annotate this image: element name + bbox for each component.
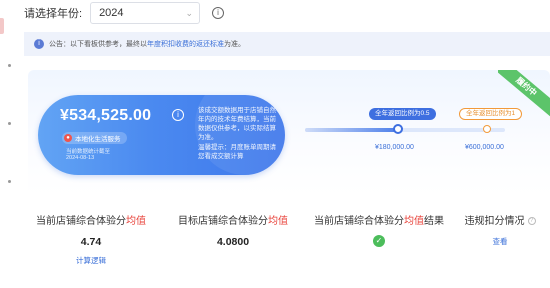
left-nav-edge — [0, 0, 16, 288]
date-caption: 当前数据统计截至 — [66, 149, 111, 155]
category-icon: ● — [64, 134, 72, 142]
info-icon: i — [34, 39, 44, 49]
amount-description: 该成交额数据用于店铺自然年内的技术年费结算，当前数据仅供参考，以实际结算为准。 — [198, 107, 276, 141]
info-icon[interactable]: i — [212, 7, 225, 19]
metric-title-text: 当前店铺综合体验分 — [314, 216, 404, 227]
view-violations-link[interactable]: 查看 — [460, 236, 540, 247]
current-score-metric: 当前店铺综合体验分均值 4.74 计算逻辑 — [32, 212, 150, 266]
sales-amount-card: ¥534,525.00 i ● 本地化生活服务 当前数据统计截至 2024-08… — [38, 95, 285, 175]
violation-metric: 违规扣分情况? 查看 — [460, 212, 540, 247]
metric-title-text: 目标店铺综合体验分 — [178, 216, 268, 227]
year-filter-label: 请选择年份: — [24, 8, 83, 20]
nav-dot — [8, 122, 11, 125]
metric-title-suffix: 结果 — [424, 216, 444, 227]
metric-title: 违规扣分情况? — [460, 212, 540, 227]
threshold-a-value: ¥180,000.00 — [375, 144, 414, 151]
metric-title: 当前店铺综合体验分均值 — [32, 212, 150, 227]
threshold-a-marker — [393, 124, 403, 134]
contract-dashboard: 请选择年份: 2024 ⌄ i i 公告：以下看板供参考，最终以 年度积扣收费的返… — [0, 0, 550, 288]
notice-prefix: 公告：以下看板供参考，最终以 — [49, 41, 147, 48]
stats-date: 2024-08-13 — [66, 155, 95, 161]
metric-title: 目标店铺综合体验分均值 — [174, 212, 292, 227]
calc-logic-link[interactable]: 计算逻辑 — [32, 255, 150, 266]
metric-title-highlight: 均值 — [126, 216, 146, 227]
score-result-metric: 当前店铺综合体验分均值结果 ✓ — [310, 212, 448, 247]
threshold-a-bubble: 全年返回比例为0.5 — [369, 108, 436, 120]
threshold-b-marker — [483, 125, 491, 133]
metrics-row: 当前店铺综合体验分均值 4.74 计算逻辑 目标店铺综合体验分均值 4.0800… — [28, 212, 550, 272]
category-tag-label: 本地化生活服务 — [75, 136, 121, 143]
metric-title-highlight: 均值 — [268, 216, 288, 227]
threshold-b-bubble: 全年返回比例为1 — [459, 108, 523, 120]
nav-dot — [8, 180, 11, 183]
notice-link[interactable]: 年度积扣收费的返还标准 — [147, 39, 224, 49]
info-icon[interactable]: i — [172, 109, 184, 121]
target-score-metric: 目标店铺综合体验分均值 4.0800 — [174, 212, 292, 248]
chevron-down-icon: ⌄ — [185, 7, 194, 18]
check-circle-icon: ✓ — [373, 235, 385, 247]
threshold-b-value: ¥600,000.00 — [465, 144, 504, 151]
year-filter: 请选择年份: 2024 ⌄ i — [24, 2, 225, 24]
warm-tip: 温馨提示：月度账单周期请您看成交额计算 — [198, 144, 276, 160]
progress-fill — [305, 128, 397, 132]
metric-title-text: 违规扣分情况 — [464, 216, 525, 227]
question-icon[interactable]: ? — [527, 217, 536, 226]
notice-bar: i 公告：以下看板供参考，最终以 年度积扣收费的返还标准 为准。 — [24, 32, 550, 56]
year-select[interactable]: 2024 ⌄ — [90, 2, 201, 24]
sales-amount: ¥534,525.00 — [60, 107, 152, 124]
nav-active-marker — [0, 18, 4, 34]
year-select-value: 2024 — [99, 7, 124, 19]
metric-title-highlight: 均值 — [404, 216, 424, 227]
nav-dot — [8, 64, 11, 67]
metric-title: 当前店铺综合体验分均值结果 — [310, 212, 448, 227]
target-score-value: 4.0800 — [216, 236, 250, 248]
return-threshold-slider: 全年返回比例为0.5 全年返回比例为1 ¥180,000.00 ¥600,000… — [305, 108, 523, 158]
metric-title-text: 当前店铺综合体验分 — [36, 216, 126, 227]
category-tag: ● 本地化生活服务 — [62, 132, 127, 144]
notice-suffix: 为准。 — [224, 41, 245, 48]
progress-track — [305, 128, 505, 132]
current-score-value: 4.74 — [80, 236, 102, 248]
